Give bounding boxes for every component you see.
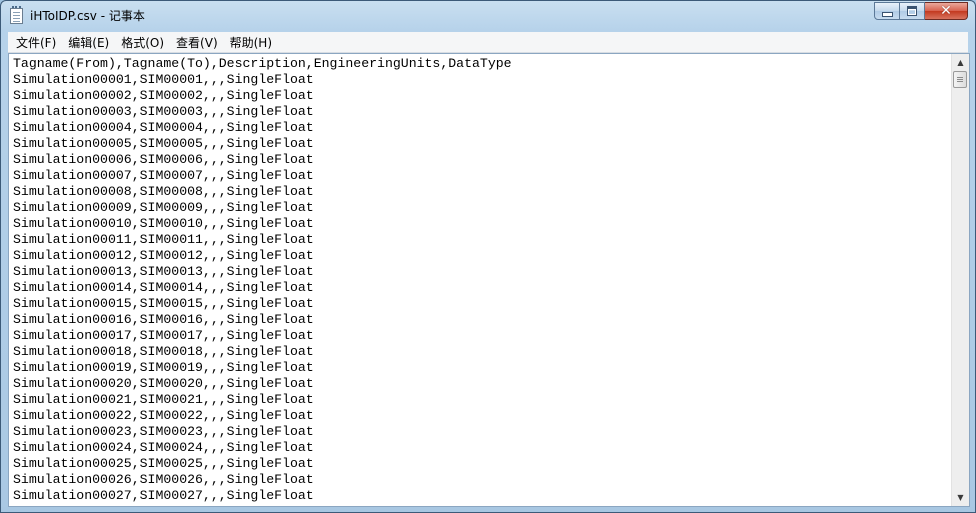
text-line: Simulation00010,SIM00010,,,SingleFloat — [13, 216, 314, 231]
maximize-button[interactable] — [900, 2, 925, 20]
menu-bar: 文件(F) 编辑(E) 格式(O) 查看(V) 帮助(H) — [8, 32, 968, 53]
text-line: Simulation00017,SIM00017,,,SingleFloat — [13, 328, 314, 343]
text-line: Simulation00024,SIM00024,,,SingleFloat — [13, 440, 314, 455]
text-line: Simulation00008,SIM00008,,,SingleFloat — [13, 184, 314, 199]
text-line: Simulation00002,SIM00002,,,SingleFloat — [13, 88, 314, 103]
text-line: Simulation00026,SIM00026,,,SingleFloat — [13, 472, 314, 487]
scroll-thumb[interactable] — [953, 71, 967, 88]
menu-edit[interactable]: 编辑(E) — [63, 34, 114, 51]
text-line: Simulation00006,SIM00006,,,SingleFloat — [13, 152, 314, 167]
minimize-button[interactable] — [874, 2, 900, 20]
text-line: Simulation00004,SIM00004,,,SingleFloat — [13, 120, 314, 135]
text-editor[interactable]: Tagname(From),Tagname(To),Description,En… — [8, 53, 970, 507]
text-line: Simulation00011,SIM00011,,,SingleFloat — [13, 232, 314, 247]
minimize-icon — [881, 11, 893, 17]
scroll-down-button[interactable]: ▼ — [952, 489, 969, 506]
notepad-window: iHToIDP.csv - 记事本 ✕ 文件(F) 编辑(E) 格式(O) 查看… — [0, 0, 976, 513]
text-line: Simulation00005,SIM00005,,,SingleFloat — [13, 136, 314, 151]
text-line: Simulation00016,SIM00016,,,SingleFloat — [13, 312, 314, 327]
text-line: Simulation00025,SIM00025,,,SingleFloat — [13, 456, 314, 471]
text-line: Simulation00014,SIM00014,,,SingleFloat — [13, 280, 314, 295]
notepad-icon[interactable] — [10, 6, 23, 24]
menu-help[interactable]: 帮助(H) — [225, 34, 277, 51]
text-line: Simulation00022,SIM00022,,,SingleFloat — [13, 408, 314, 423]
close-button[interactable]: ✕ — [925, 2, 968, 20]
text-line: Simulation00015,SIM00015,,,SingleFloat — [13, 296, 314, 311]
text-line: Simulation00007,SIM00007,,,SingleFloat — [13, 168, 314, 183]
text-line: Simulation00013,SIM00013,,,SingleFloat — [13, 264, 314, 279]
caption-buttons: ✕ — [874, 2, 968, 21]
window-bottom-border — [1, 507, 975, 512]
text-line: Simulation00001,SIM00001,,,SingleFloat — [13, 72, 314, 87]
text-line: Simulation00003,SIM00003,,,SingleFloat — [13, 104, 314, 119]
close-icon: ✕ — [940, 3, 952, 19]
title-bar[interactable]: iHToIDP.csv - 记事本 ✕ — [1, 1, 975, 31]
text-line: Simulation00021,SIM00021,,,SingleFloat — [13, 392, 314, 407]
text-line: Simulation00009,SIM00009,,,SingleFloat — [13, 200, 314, 215]
window-title: iHToIDP.csv - 记事本 — [30, 9, 145, 23]
text-line: Simulation00023,SIM00023,,,SingleFloat — [13, 424, 314, 439]
maximize-icon — [907, 6, 917, 16]
text-content[interactable]: Tagname(From),Tagname(To),Description,En… — [13, 56, 950, 506]
text-line: Simulation00020,SIM00020,,,SingleFloat — [13, 376, 314, 391]
scroll-up-arrow-icon: ▲ — [957, 58, 964, 67]
menu-view[interactable]: 查看(V) — [171, 34, 223, 51]
text-line: Simulation00019,SIM00019,,,SingleFloat — [13, 360, 314, 375]
header-line: Tagname(From),Tagname(To),Description,En… — [13, 56, 512, 71]
menu-file[interactable]: 文件(F) — [11, 34, 61, 51]
scroll-up-button[interactable]: ▲ — [952, 54, 969, 71]
text-line: Simulation00012,SIM00012,,,SingleFloat — [13, 248, 314, 263]
text-line: Simulation00018,SIM00018,,,SingleFloat — [13, 344, 314, 359]
scroll-down-arrow-icon: ▼ — [957, 493, 964, 502]
menu-format[interactable]: 格式(O) — [116, 34, 169, 51]
vertical-scrollbar[interactable]: ▲ ▼ — [951, 54, 969, 506]
text-line: Simulation00027,SIM00027,,,SingleFloat — [13, 488, 314, 503]
